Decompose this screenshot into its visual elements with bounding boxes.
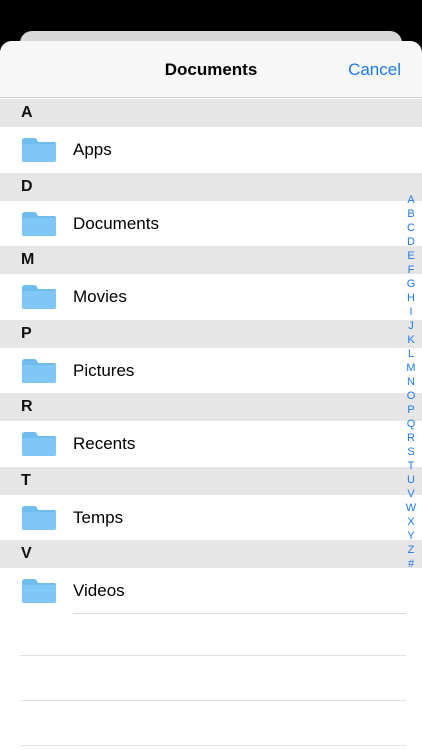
folder-icon (22, 285, 56, 309)
folder-name: Temps (73, 507, 124, 527)
index-letter[interactable]: # (404, 557, 418, 571)
empty-row-divider (20, 745, 406, 746)
folder-name: Movies (73, 287, 127, 306)
section-header-d: D (0, 172, 422, 201)
folder-name: Documents (73, 213, 159, 233)
folder-name: Apps (73, 140, 112, 159)
index-letter[interactable]: H (404, 291, 418, 305)
index-letter[interactable]: A (404, 193, 418, 207)
empty-row-divider (20, 655, 406, 656)
folder-list: A Apps D Documents M Movies P Pictures R Recents T… (0, 99, 422, 614)
folder-name: Videos (73, 581, 125, 600)
folder-row-movies[interactable]: Movies (0, 274, 422, 320)
cancel-button[interactable]: Cancel (348, 60, 401, 80)
index-letter[interactable]: X (404, 515, 418, 529)
section-header-t: T (0, 466, 422, 495)
index-letter[interactable]: R (404, 431, 418, 445)
section-header-a: A (0, 99, 422, 127)
index-letter[interactable]: T (404, 459, 418, 473)
folder-icon (22, 505, 56, 530)
folder-row-apps[interactable]: Apps (0, 127, 422, 173)
folder-row-pictures[interactable]: Pictures (0, 347, 422, 393)
index-letter[interactable]: G (404, 277, 418, 291)
section-header-r: R (0, 393, 422, 421)
index-letter[interactable]: S (404, 445, 418, 459)
document-picker-sheet: Documents Cancel A Apps D Documents M Movies P… (0, 41, 422, 750)
folder-row-recents[interactable]: Recents (0, 421, 422, 467)
section-index[interactable]: A B C D E F G H I J K L M N O P Q R S T U V W X Y Z # (404, 193, 418, 571)
folder-row-videos[interactable]: Videos (0, 568, 422, 614)
navigation-bar: Documents Cancel (0, 41, 422, 98)
index-letter[interactable]: B (404, 207, 418, 221)
index-letter[interactable]: W (404, 501, 418, 515)
index-letter[interactable]: V (404, 487, 418, 501)
folder-name: Recents (73, 434, 136, 453)
section-header-v: V (0, 540, 422, 568)
index-letter[interactable]: M (404, 361, 418, 375)
folder-row-documents[interactable]: Documents (0, 200, 422, 246)
section-header-m: M (0, 246, 422, 274)
index-letter[interactable]: F (404, 263, 418, 277)
section-header-p: P (0, 319, 422, 348)
index-letter[interactable]: L (404, 347, 418, 361)
folder-name: Pictures (73, 360, 135, 380)
folder-icon (22, 211, 56, 236)
folder-icon (22, 432, 56, 456)
index-letter[interactable]: N (404, 375, 418, 389)
index-letter[interactable]: K (404, 333, 418, 347)
index-letter[interactable]: Q (404, 417, 418, 431)
index-letter[interactable]: O (404, 389, 418, 403)
index-letter[interactable]: I (404, 305, 418, 319)
index-letter[interactable]: C (404, 221, 418, 235)
empty-row-divider (20, 700, 406, 701)
index-letter[interactable]: P (404, 403, 418, 417)
index-letter[interactable]: E (404, 249, 418, 263)
index-letter[interactable]: J (404, 319, 418, 333)
folder-icon (22, 358, 56, 383)
index-letter[interactable]: Z (404, 543, 418, 557)
folder-icon (22, 138, 56, 162)
index-letter[interactable]: U (404, 473, 418, 487)
index-letter[interactable]: D (404, 235, 418, 249)
index-letter[interactable]: Y (404, 529, 418, 543)
folder-row-temps[interactable]: Temps (0, 494, 422, 540)
folder-icon (22, 579, 56, 603)
